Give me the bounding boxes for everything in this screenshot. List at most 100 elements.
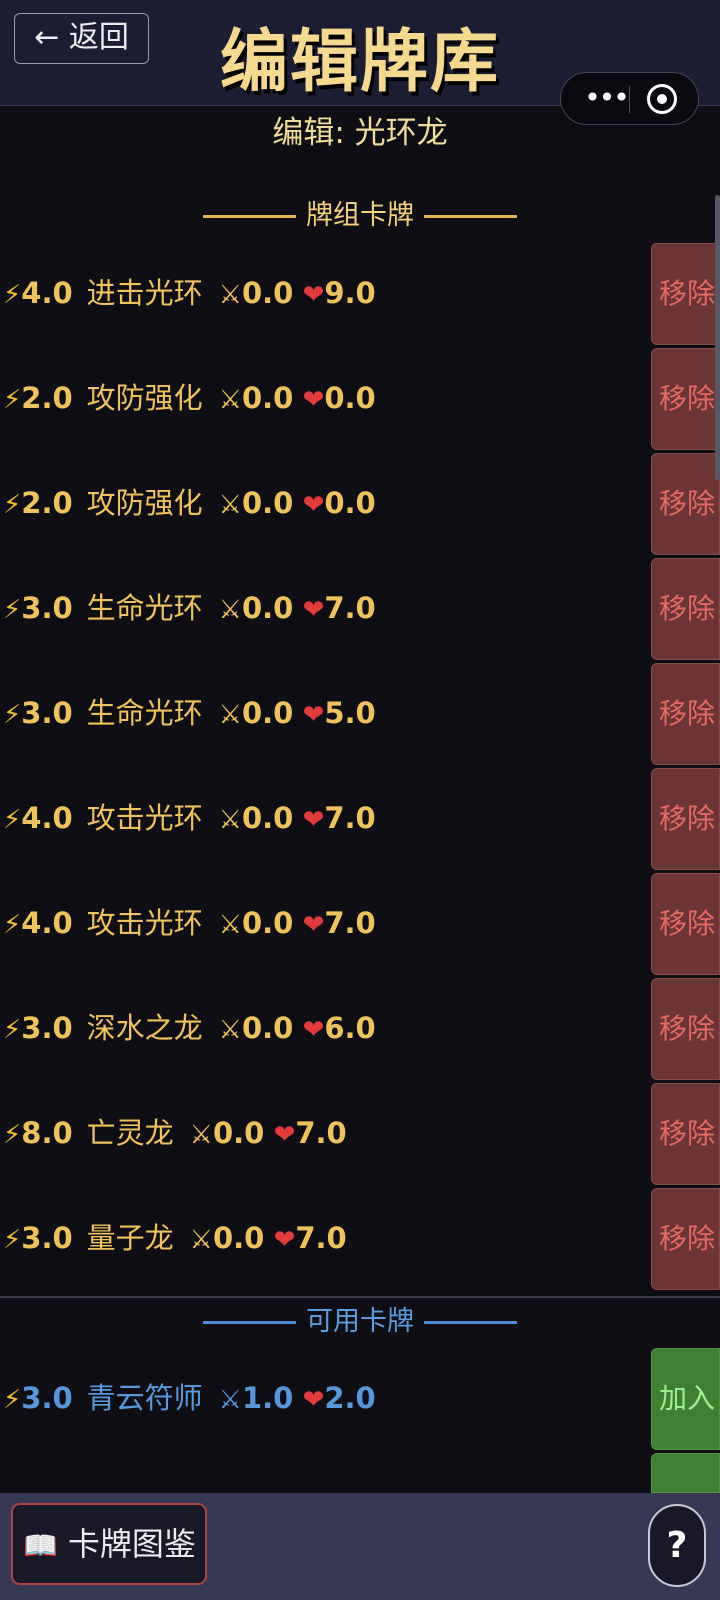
card-health: 7.0 <box>295 1116 347 1150</box>
title-line-left <box>203 1321 296 1324</box>
attack-icon: ⚔ <box>218 595 242 625</box>
bottom-bar: 📖 卡牌图鉴 ? <box>0 1493 720 1600</box>
heart-icon: ❤ <box>273 1120 296 1150</box>
remove-button[interactable]: 移除 <box>651 243 720 345</box>
energy-icon: ⚡ <box>3 1120 22 1150</box>
attack-icon: ⚔ <box>218 910 242 940</box>
deck-section-label: 牌组卡牌 <box>306 200 414 231</box>
energy-icon: ⚡ <box>3 595 22 625</box>
card-attack: 0.0 <box>241 906 294 940</box>
card-info: ⚡4.0 攻击光环 ⚔0.0 ❤7.0 <box>3 796 376 840</box>
card-info: ⚡3.0 生命光环 ⚔0.0 ❤7.0 <box>3 586 376 630</box>
remove-button[interactable]: 移除 <box>651 768 720 870</box>
energy-icon: ⚡ <box>3 805 22 835</box>
title-line-right <box>424 1321 517 1324</box>
attack-icon: ⚔ <box>189 1120 213 1150</box>
energy-icon: ⚡ <box>3 280 22 310</box>
card-name: 攻击光环 <box>86 801 203 835</box>
card-health: 7.0 <box>295 1221 347 1255</box>
remove-button[interactable]: 移除 <box>651 348 720 450</box>
energy-icon: ⚡ <box>3 1015 22 1045</box>
card-health: 0.0 <box>324 381 376 415</box>
deck-subtitle: 编辑: 光环龙 <box>272 115 448 151</box>
attack-icon: ⚔ <box>218 700 242 730</box>
energy-icon: ⚡ <box>3 385 22 415</box>
card-name: 生命光环 <box>86 696 203 730</box>
energy-icon: ⚡ <box>3 1385 22 1415</box>
card-cost: 8.0 <box>21 1116 73 1150</box>
card-attack: 0.0 <box>241 591 294 625</box>
add-button-partial[interactable] <box>651 1453 720 1493</box>
add-button[interactable]: 加入 <box>651 1348 720 1450</box>
attack-icon: ⚔ <box>218 805 242 835</box>
card-name: 亡灵龙 <box>86 1116 174 1150</box>
card-cost: 3.0 <box>21 591 73 625</box>
remove-button[interactable]: 移除 <box>651 1188 720 1290</box>
remove-button[interactable]: 移除 <box>651 453 720 555</box>
scrollbar[interactable] <box>715 195 720 480</box>
heart-icon: ❤ <box>302 280 325 310</box>
card-row: ⚡3.0 深水之龙 ⚔0.0 ❤6.0 移除 <box>0 976 720 1081</box>
card-health: 7.0 <box>324 591 376 625</box>
card-info: ⚡3.0 量子龙 ⚔0.0 ❤7.0 <box>3 1216 347 1260</box>
card-encyclopedia-button[interactable]: 📖 卡牌图鉴 <box>11 1503 207 1585</box>
card-attack: 1.0 <box>241 1381 294 1415</box>
card-row: ⚡2.0 攻防强化 ⚔0.0 ❤0.0 移除 <box>0 346 720 451</box>
attack-icon: ⚔ <box>189 1225 213 1255</box>
card-attack: 0.0 <box>241 486 294 520</box>
help-button[interactable]: ? <box>648 1504 706 1587</box>
card-info: ⚡4.0 攻击光环 ⚔0.0 ❤7.0 <box>3 901 376 945</box>
card-name: 进击光环 <box>86 276 203 310</box>
card-health: 6.0 <box>324 1011 376 1045</box>
heart-icon: ❤ <box>302 1015 325 1045</box>
card-health: 7.0 <box>324 906 376 940</box>
card-attack: 0.0 <box>241 276 294 310</box>
deck-section-title: 牌组卡牌 <box>0 196 720 236</box>
heart-icon: ❤ <box>302 490 325 520</box>
remove-button[interactable]: 移除 <box>651 978 720 1080</box>
card-cost: 3.0 <box>21 1221 73 1255</box>
title-line-left <box>203 215 296 218</box>
remove-button[interactable]: 移除 <box>651 873 720 975</box>
available-section-label: 可用卡牌 <box>306 1306 414 1337</box>
remove-button[interactable]: 移除 <box>651 1083 720 1185</box>
section-divider <box>0 1296 720 1298</box>
remove-button[interactable]: 移除 <box>651 558 720 660</box>
title-line-right <box>424 215 517 218</box>
card-row: ⚡8.0 亡灵龙 ⚔0.0 ❤7.0 移除 <box>0 1081 720 1186</box>
card-info: ⚡3.0 深水之龙 ⚔0.0 ❤6.0 <box>3 1006 376 1050</box>
attack-icon: ⚔ <box>218 1385 242 1415</box>
card-cost: 3.0 <box>21 1381 73 1415</box>
card-row: ⚡4.0 攻击光环 ⚔0.0 ❤7.0 移除 <box>0 766 720 871</box>
card-cost: 3.0 <box>21 1011 73 1045</box>
card-info: ⚡4.0 进击光环 ⚔0.0 ❤9.0 <box>3 271 376 315</box>
attack-icon: ⚔ <box>218 1015 242 1045</box>
card-info: ⚡2.0 攻防强化 ⚔0.0 ❤0.0 <box>3 376 376 420</box>
card-cost: 2.0 <box>21 381 73 415</box>
heart-icon: ❤ <box>302 805 325 835</box>
card-name: 攻防强化 <box>86 486 203 520</box>
card-cost: 2.0 <box>21 486 73 520</box>
card-name: 攻防强化 <box>86 381 203 415</box>
remove-button[interactable]: 移除 <box>651 663 720 765</box>
card-name: 攻击光环 <box>86 906 203 940</box>
card-cost: 4.0 <box>21 906 73 940</box>
card-health: 0.0 <box>324 486 376 520</box>
card-cost: 3.0 <box>21 696 73 730</box>
card-cost: 4.0 <box>21 276 73 310</box>
card-row: ⚡2.0 攻防强化 ⚔0.0 ❤0.0 移除 <box>0 451 720 556</box>
card-name: 生命光环 <box>86 591 203 625</box>
heart-icon: ❤ <box>302 910 325 940</box>
card-row: ⚡3.0 青云符师 ⚔1.0 ❤2.0 加入 <box>0 1346 720 1451</box>
card-health: 5.0 <box>324 696 376 730</box>
heart-icon: ❤ <box>273 1225 296 1255</box>
card-attack: 0.0 <box>241 1011 294 1045</box>
card-info: ⚡8.0 亡灵龙 ⚔0.0 ❤7.0 <box>3 1111 347 1155</box>
card-attack: 0.0 <box>241 381 294 415</box>
card-health: 7.0 <box>324 801 376 835</box>
card-name: 量子龙 <box>86 1221 174 1255</box>
attack-icon: ⚔ <box>218 385 242 415</box>
more-menu-icon[interactable]: ••• <box>581 83 631 113</box>
card-row: ⚡4.0 攻击光环 ⚔0.0 ❤7.0 移除 <box>0 871 720 976</box>
card-name: 深水之龙 <box>86 1011 203 1045</box>
